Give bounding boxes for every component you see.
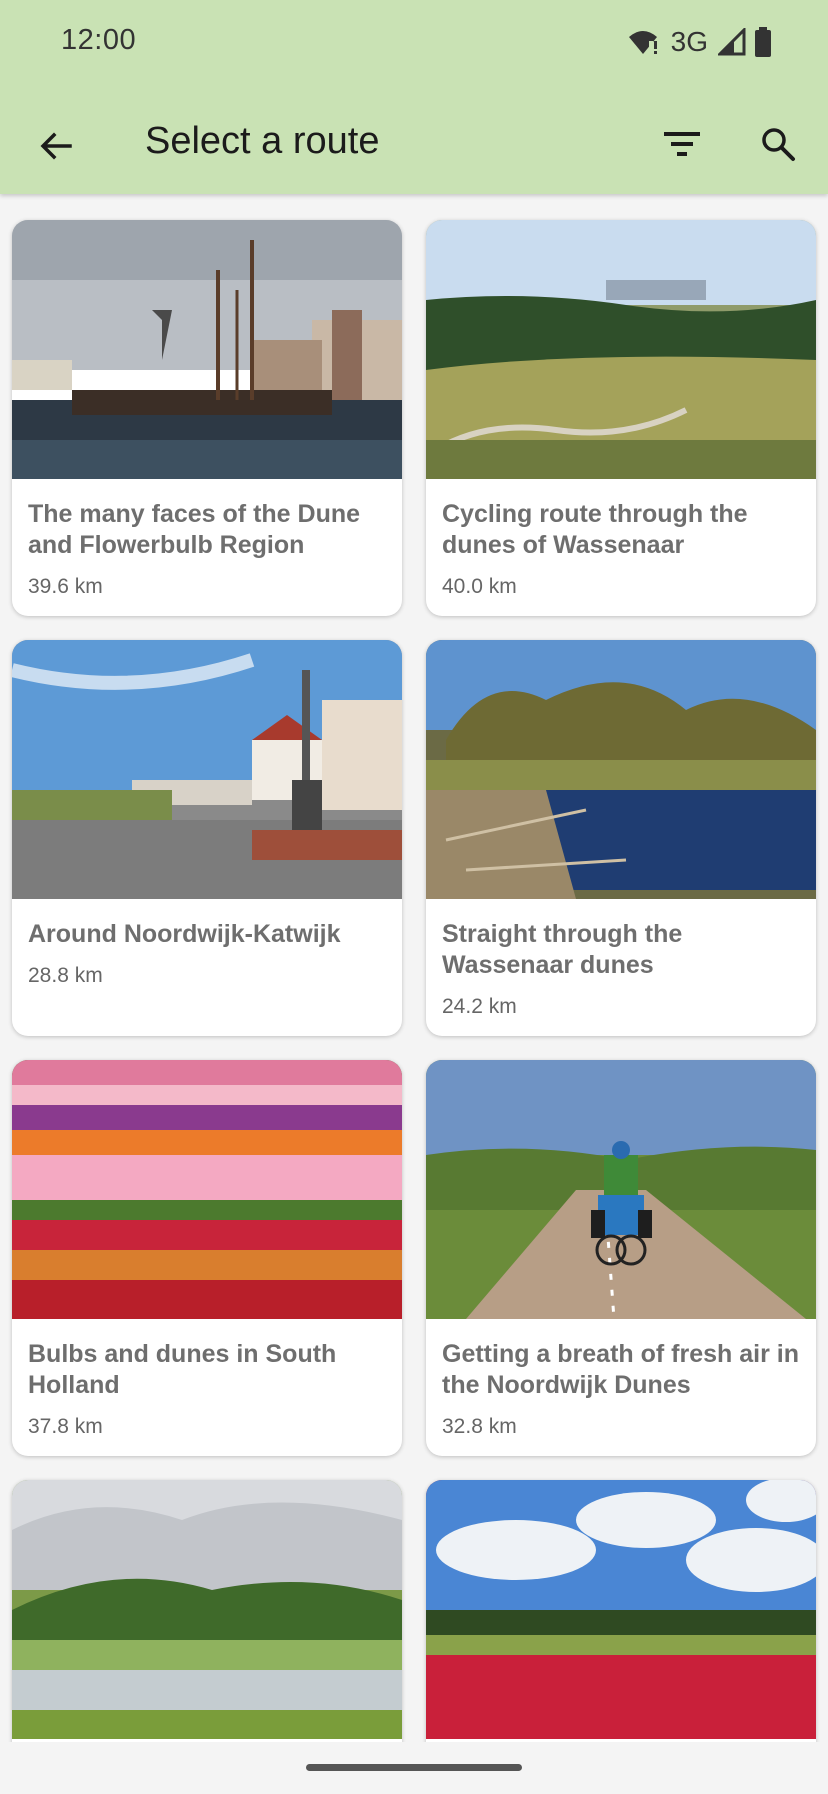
route-image — [426, 220, 816, 479]
route-card[interactable]: The many faces of the Dune and Flowerbul… — [12, 220, 402, 616]
route-card-body: Straight through the Wassenaar dunes 24.… — [426, 899, 816, 1036]
route-distance: 37.8 km — [28, 1415, 103, 1438]
route-card-body: Around Noordwijk-Katwijk 28.8 km — [12, 899, 402, 1006]
system-nav-bar — [0, 1742, 828, 1794]
filter-icon — [664, 132, 700, 156]
route-grid: The many faces of the Dune and Flowerbul… — [0, 194, 828, 1742]
status-time: 12:00 — [61, 24, 137, 56]
route-card[interactable] — [12, 1480, 402, 1742]
route-card[interactable]: Around Noordwijk-Katwijk 28.8 km — [12, 640, 402, 1036]
back-arrow-icon — [40, 132, 72, 160]
status-icons: 3G — [627, 24, 772, 60]
route-image — [12, 1060, 402, 1319]
route-card[interactable] — [426, 1480, 816, 1742]
route-card-body: Cycling route through the dunes of Wasse… — [426, 479, 816, 616]
app-bar: 12:00 3G Select a route — [0, 0, 828, 194]
home-indicator[interactable] — [306, 1764, 522, 1771]
route-selection-screen: 12:00 3G Select a route The many faces o… — [0, 0, 828, 1794]
battery-icon — [755, 27, 771, 57]
route-card[interactable]: Cycling route through the dunes of Wasse… — [426, 220, 816, 616]
route-title: The many faces of the Dune and Flowerbul… — [28, 500, 361, 559]
route-title: Straight through the Wassenaar dunes — [442, 920, 683, 979]
route-image — [426, 1060, 816, 1319]
route-distance: 28.8 km — [28, 964, 103, 987]
route-title: Around Noordwijk-Katwijk — [28, 920, 341, 948]
route-title: Bulbs and dunes in South Holland — [28, 1340, 337, 1399]
route-card[interactable]: Getting a breath of fresh air in the Noo… — [426, 1060, 816, 1456]
page-title: Select a route — [145, 120, 380, 162]
route-image — [12, 1480, 402, 1739]
route-distance: 32.8 km — [442, 1415, 517, 1438]
signal-icon — [718, 28, 746, 56]
route-image — [12, 220, 402, 479]
route-card[interactable]: Straight through the Wassenaar dunes 24.… — [426, 640, 816, 1036]
route-title: Cycling route through the dunes of Wasse… — [442, 500, 748, 559]
route-distance: 40.0 km — [442, 575, 517, 598]
search-icon — [762, 128, 795, 161]
route-image — [426, 640, 816, 899]
search-button[interactable] — [744, 110, 812, 178]
route-title: Getting a breath of fresh air in the Noo… — [442, 1340, 799, 1399]
route-distance: 24.2 km — [442, 995, 517, 1018]
route-card-body: The many faces of the Dune and Flowerbul… — [12, 479, 402, 616]
network-type: 3G — [670, 26, 708, 57]
route-image — [12, 640, 402, 899]
wifi-alert-icon — [628, 31, 657, 54]
filter-button[interactable] — [648, 110, 716, 178]
route-card-body: Getting a breath of fresh air in the Noo… — [426, 1319, 816, 1456]
route-distance: 39.6 km — [28, 575, 103, 598]
route-card[interactable]: Bulbs and dunes in South Holland 37.8 km — [12, 1060, 402, 1456]
route-image — [426, 1480, 816, 1739]
toolbar: Select a route — [0, 100, 828, 184]
back-button[interactable] — [22, 112, 90, 180]
route-card-body: Bulbs and dunes in South Holland 37.8 km — [12, 1319, 402, 1456]
